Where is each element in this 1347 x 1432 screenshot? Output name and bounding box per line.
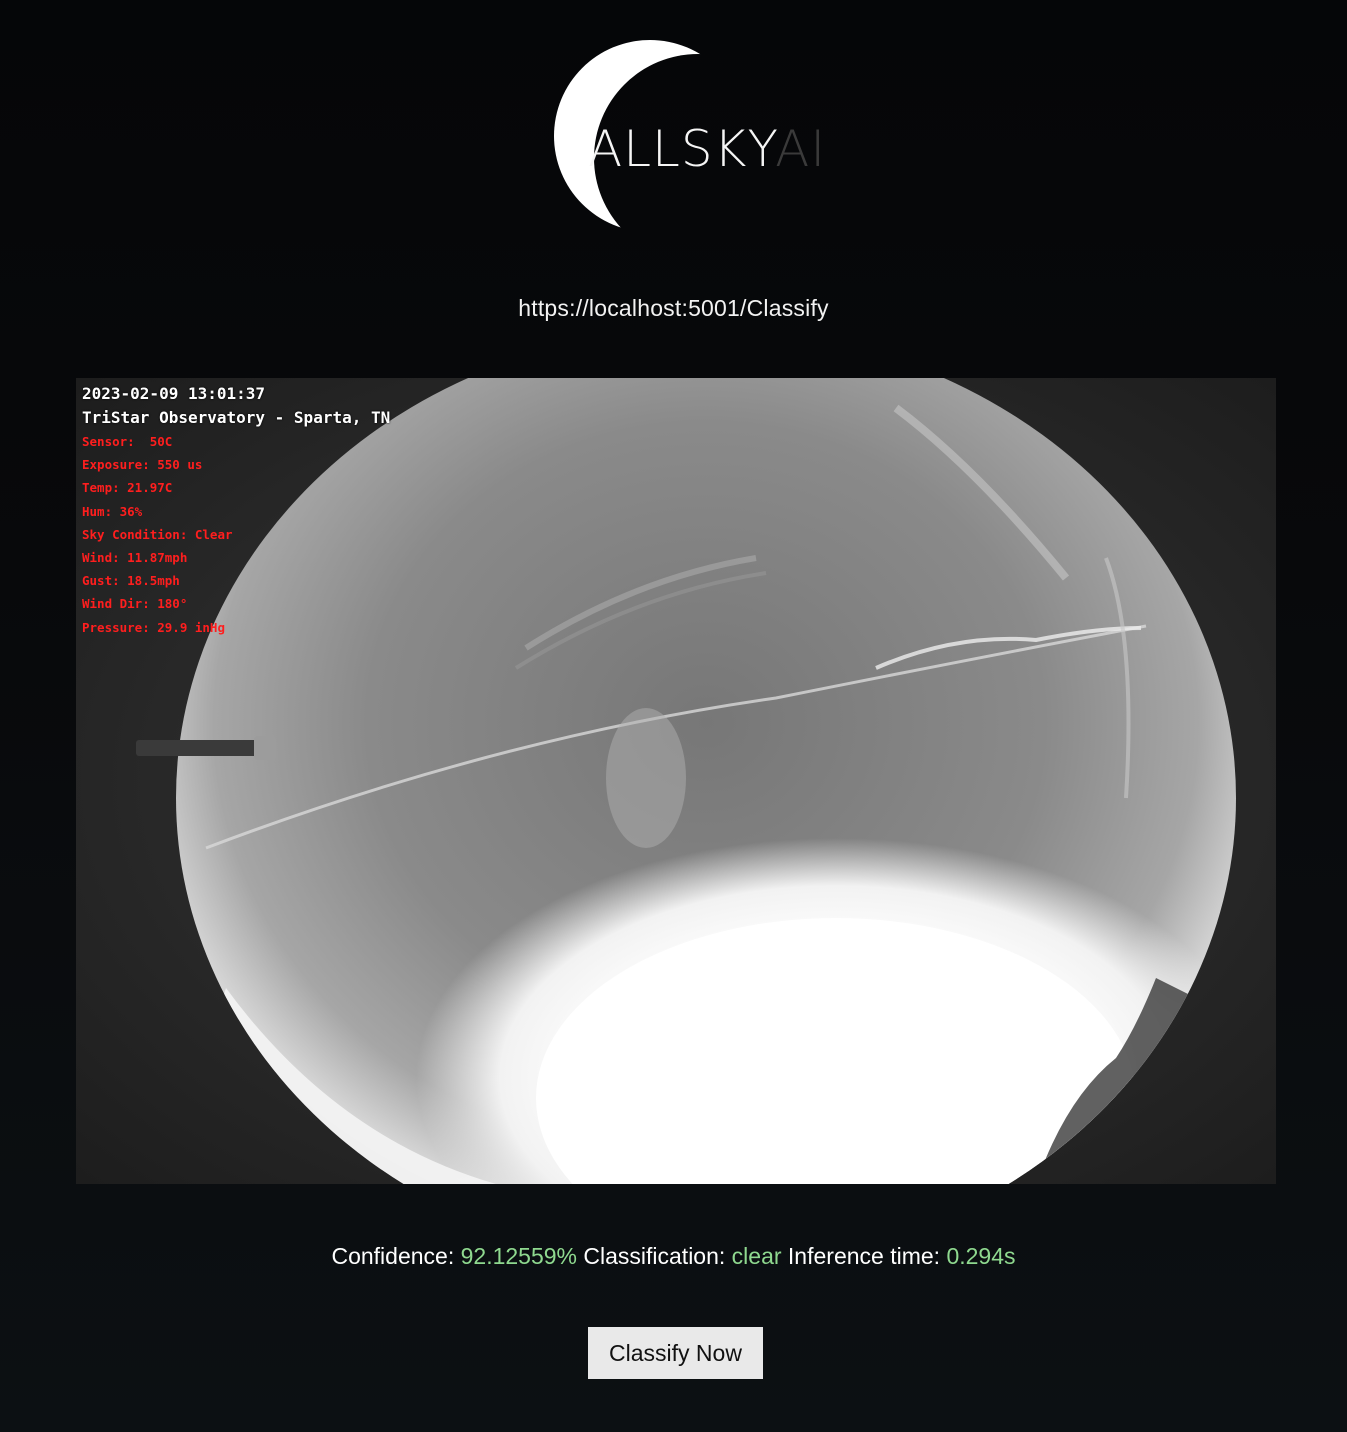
overlay-pressure: Pressure: 29.9 inHg xyxy=(82,619,225,635)
overlay-exposure: Exposure: 550 us xyxy=(82,457,203,473)
overlay-wind-dir: Wind Dir: 180° xyxy=(82,596,188,612)
overlay-location: TriStar Observatory - Sparta, TN xyxy=(82,408,391,427)
classification-value: clear xyxy=(731,1243,782,1269)
overlay-sensor: Sensor: 50C xyxy=(82,434,173,449)
classification-label: Classification: xyxy=(583,1243,726,1269)
svg-text:ALLSKYAI: ALLSKYAI xyxy=(588,120,826,178)
crescent-moon-icon: ALLSKYAI xyxy=(520,36,840,241)
image-overlay-text: 2023-02-09 13:01:37 TriStar Observatory … xyxy=(82,382,390,639)
confidence-value: 92.12559% xyxy=(460,1243,577,1269)
classification-results: Confidence: 92.12559% Classification: cl… xyxy=(0,1243,1347,1270)
inference-time-label: Inference time: xyxy=(787,1243,941,1269)
allskyai-logo: ALLSKYAI xyxy=(520,36,840,241)
confidence-label: Confidence: xyxy=(331,1243,455,1269)
allsky-camera-image: 2023-02-09 13:01:37 TriStar Observatory … xyxy=(76,378,1276,1184)
overlay-temp: Temp: 21.97C xyxy=(82,480,173,496)
overlay-wind: Wind: 11.87mph xyxy=(82,550,188,566)
overlay-humidity: Hum: 36% xyxy=(82,503,143,519)
logo-text-accent: AI xyxy=(775,120,826,178)
overlay-sky-condition: Sky Condition: Clear xyxy=(82,526,233,542)
inference-time-value: 0.294s xyxy=(946,1243,1016,1269)
page-url: https://localhost:5001/Classify xyxy=(518,295,829,321)
logo-text-main: ALLSKY xyxy=(588,120,777,178)
overlay-gust: Gust: 18.5mph xyxy=(82,573,180,589)
classify-now-button[interactable]: Classify Now xyxy=(588,1327,763,1379)
overlay-timestamp: 2023-02-09 13:01:37 xyxy=(82,384,266,403)
